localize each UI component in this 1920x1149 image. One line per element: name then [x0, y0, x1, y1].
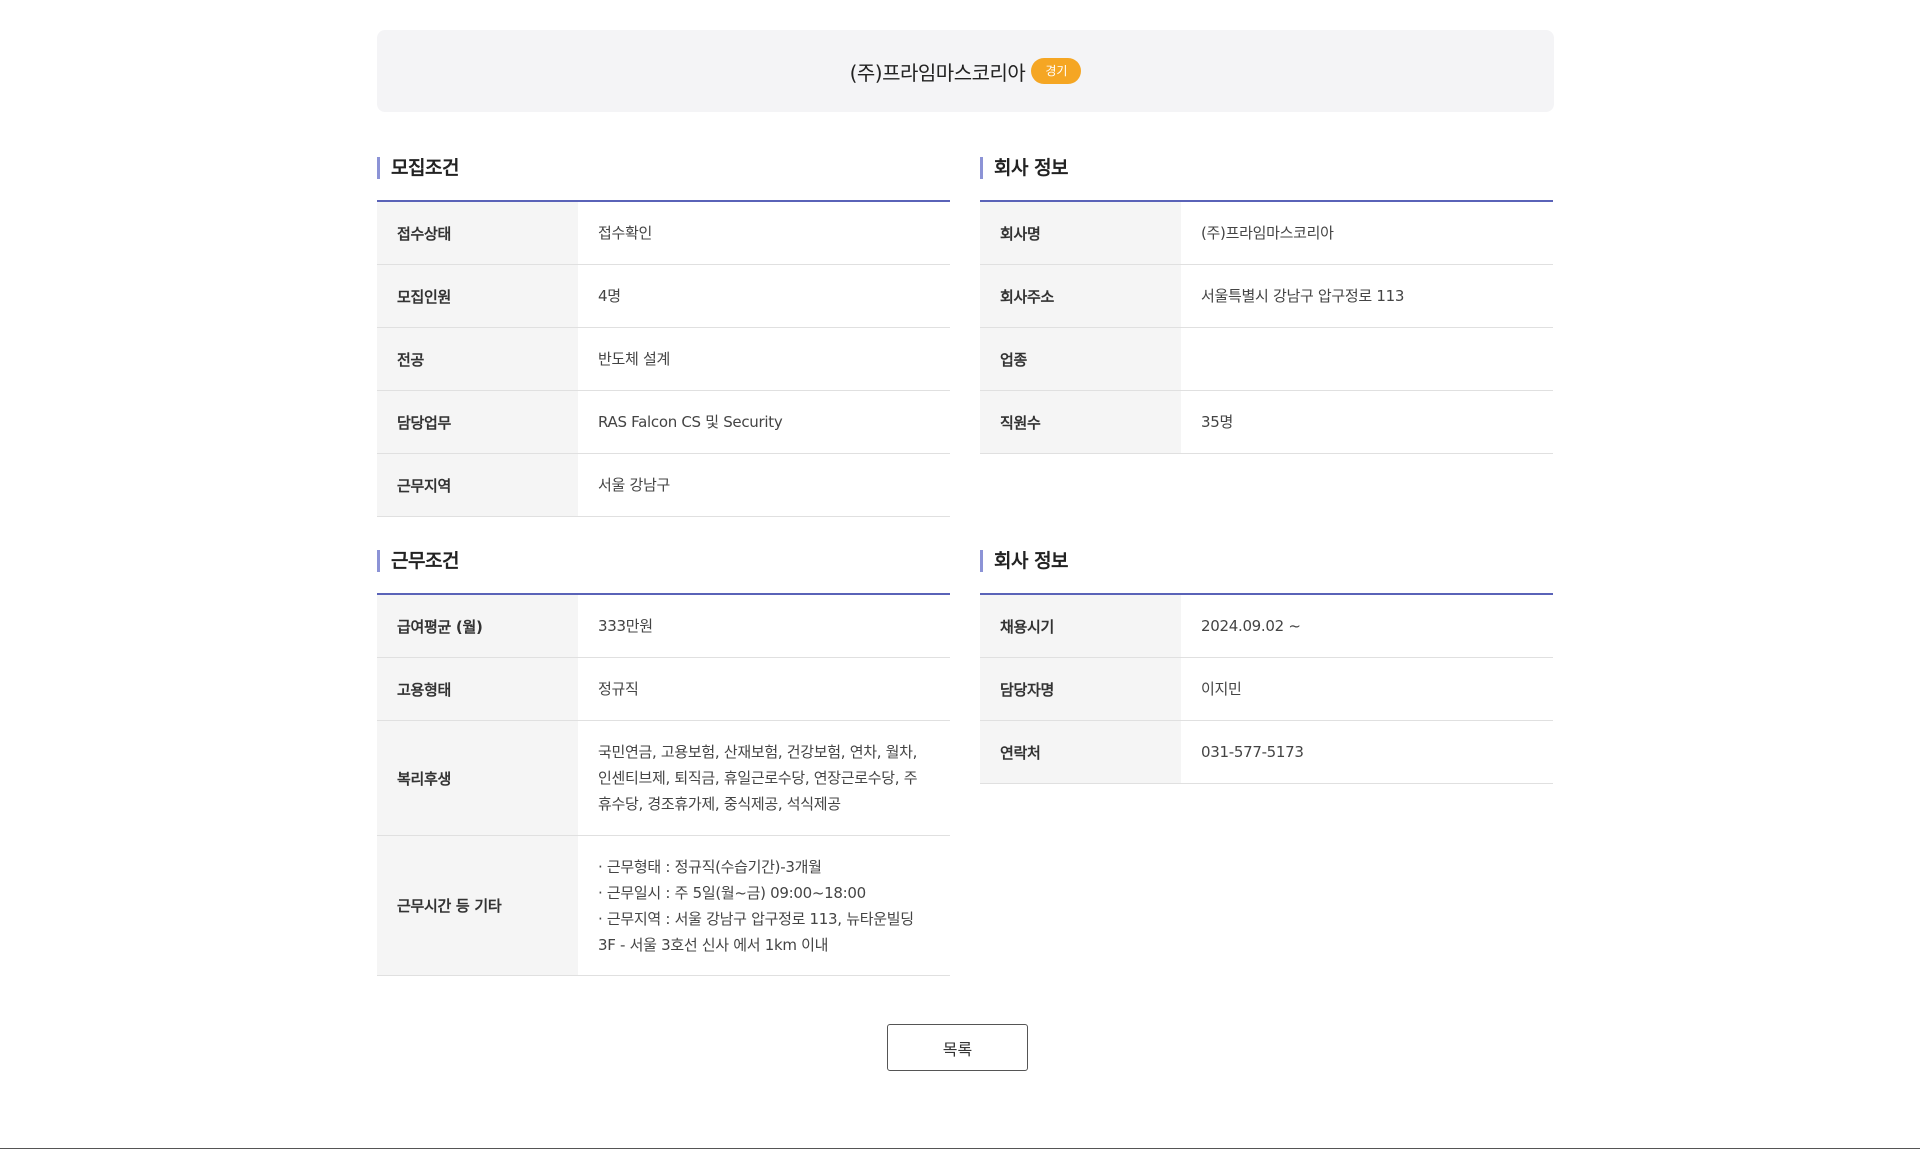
row-label: 담당업무: [377, 391, 578, 453]
table-row: 급여평균 (월) 333만원: [377, 595, 950, 658]
section-title: 모집조건: [377, 157, 950, 179]
row-value: 국민연금, 고용보험, 산재보험, 건강보험, 연차, 월차, 인센티브제, 퇴…: [598, 743, 918, 813]
table-row: 근무시간 등 기타 · 근무형태 : 정규직(수습기간)-3개월 · 근무일시 …: [377, 836, 950, 976]
row-label: 연락처: [980, 721, 1181, 783]
table-row: 고용형태 정규직: [377, 658, 950, 721]
row-label: 회사주소: [980, 265, 1181, 327]
row-label: 접수상태: [377, 202, 578, 264]
table-row: 채용시기 2024.09.02 ~: [980, 595, 1553, 658]
row-label: 복리후생: [377, 721, 578, 835]
row-label: 근무지역: [377, 454, 578, 516]
table-row: 회사주소 서울특별시 강남구 압구정로 113: [980, 265, 1553, 328]
contact-info-section: 회사 정보 채용시기 2024.09.02 ~ 담당자명 이지민 연락처 031…: [980, 550, 1553, 784]
section-title: 회사 정보: [980, 157, 1553, 179]
row-label: 담당자명: [980, 658, 1181, 720]
company-info-table: 회사명 (주)프라임마스코리아 회사주소 서울특별시 강남구 압구정로 113 …: [980, 200, 1553, 454]
region-badge: 경기: [1031, 58, 1082, 84]
table-row: 연락처 031-577-5173: [980, 721, 1553, 784]
row-label: 급여평균 (월): [377, 595, 578, 657]
table-row: 복리후생 국민연금, 고용보험, 산재보험, 건강보험, 연차, 월차, 인센티…: [377, 721, 950, 836]
row-value: 333만원: [598, 617, 653, 635]
row-value: · 근무형태 : 정규직(수습기간)-3개월 · 근무일시 : 주 5일(월~금…: [598, 857, 914, 954]
table-row: 담당업무 RAS Falcon CS 및 Security: [377, 391, 950, 454]
table-row: 접수상태 접수확인: [377, 202, 950, 265]
list-button[interactable]: 목록: [887, 1024, 1028, 1071]
row-label: 직원수: [980, 391, 1181, 453]
recruit-conditions-table: 접수상태 접수확인 모집인원 4명 전공 반도체 설계 담당업무 RAS Fal…: [377, 200, 950, 517]
row-value: RAS Falcon CS 및 Security: [598, 413, 783, 431]
recruit-conditions-section: 모집조건 접수상태 접수확인 모집인원 4명 전공 반도체 설계 담당업무 RA…: [377, 157, 950, 517]
row-label: 모집인원: [377, 265, 578, 327]
company-name: (주)프라임마스코리아: [849, 60, 1026, 85]
row-value: 서울 강남구: [598, 476, 670, 494]
row-value: 2024.09.02 ~: [1201, 617, 1301, 635]
row-label: 회사명: [980, 202, 1181, 264]
company-info-section: 회사 정보 회사명 (주)프라임마스코리아 회사주소 서울특별시 강남구 압구정…: [980, 157, 1553, 454]
company-header: (주)프라임마스코리아 경기: [377, 30, 1554, 112]
row-value: 이지민: [1201, 680, 1242, 698]
row-value: (주)프라임마스코리아: [1201, 224, 1334, 242]
row-value: 서울특별시 강남구 압구정로 113: [1201, 287, 1405, 305]
row-label: 전공: [377, 328, 578, 390]
table-row: 직원수 35명: [980, 391, 1553, 454]
row-value: 정규직: [598, 680, 639, 698]
work-conditions-table: 급여평균 (월) 333만원 고용형태 정규직 복리후생 국민연금, 고용보험,…: [377, 593, 950, 976]
table-row: 전공 반도체 설계: [377, 328, 950, 391]
table-row: 근무지역 서울 강남구: [377, 454, 950, 517]
row-label: 고용형태: [377, 658, 578, 720]
row-value: 반도체 설계: [598, 350, 670, 368]
row-value: [1181, 328, 1553, 390]
section-title: 회사 정보: [980, 550, 1553, 572]
job-detail-page: (주)프라임마스코리아 경기 모집조건 접수상태 접수확인 모집인원 4명 전공…: [0, 0, 1920, 1149]
row-label: 근무시간 등 기타: [377, 836, 578, 975]
row-value: 접수확인: [598, 224, 653, 242]
section-title: 근무조건: [377, 550, 950, 572]
row-value: 031-577-5173: [1201, 743, 1304, 761]
table-row: 회사명 (주)프라임마스코리아: [980, 202, 1553, 265]
table-row: 업종: [980, 328, 1553, 391]
table-row: 모집인원 4명: [377, 265, 950, 328]
row-value: 4명: [598, 287, 621, 305]
table-row: 담당자명 이지민: [980, 658, 1553, 721]
row-label: 채용시기: [980, 595, 1181, 657]
contact-info-table: 채용시기 2024.09.02 ~ 담당자명 이지민 연락처 031-577-5…: [980, 593, 1553, 784]
row-label: 업종: [980, 328, 1181, 390]
work-conditions-section: 근무조건 급여평균 (월) 333만원 고용형태 정규직 복리후생 국민연금, …: [377, 550, 950, 976]
row-value: 35명: [1201, 413, 1233, 431]
